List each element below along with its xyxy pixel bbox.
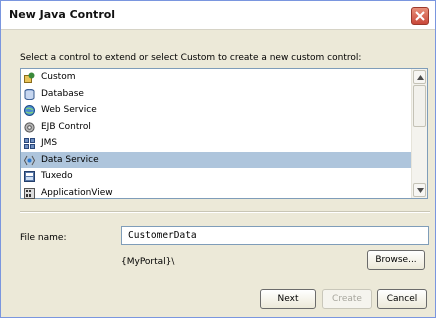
file-name-label: File name: — [20, 233, 67, 243]
scroll-down-button[interactable] — [413, 183, 426, 197]
list-item-label: ApplicationView — [41, 187, 113, 198]
arrow-up-icon — [417, 75, 424, 80]
title-bar: New Java Control — [1, 1, 435, 30]
list-item-ejb-control[interactable]: EJB Control — [21, 119, 412, 136]
list-item-label: Custom — [41, 72, 76, 82]
create-button: Create — [322, 289, 372, 309]
application-view-icon — [24, 187, 35, 199]
cancel-button[interactable]: Cancel — [377, 289, 427, 309]
list-item-tuxedo[interactable]: Tuxedo — [21, 168, 412, 185]
list-item-applicationview[interactable]: ApplicationView — [21, 185, 412, 202]
database-icon — [24, 88, 35, 100]
browse-button[interactable]: Browse... — [367, 250, 425, 270]
scroll-up-button[interactable] — [413, 70, 426, 84]
list-item-custom[interactable]: Custom — [21, 69, 412, 86]
list-item-label: Data Service — [41, 154, 99, 165]
web-service-icon — [24, 105, 35, 116]
section-divider — [20, 211, 430, 213]
list-item-label: Web Service — [41, 105, 97, 115]
list-item-database[interactable]: Database — [21, 86, 412, 103]
control-type-list[interactable]: Custom Database Web Service EJB Control JMS D… — [20, 68, 428, 199]
instruction-text: Select a control to extend or select Cus… — [20, 53, 362, 63]
close-button[interactable] — [411, 7, 429, 25]
new-java-control-dialog: New Java Control Select a control to ext… — [0, 0, 436, 318]
list-item-label: Tuxedo — [41, 171, 73, 181]
close-icon — [415, 11, 425, 21]
list-item-data-service[interactable]: Data Service — [21, 151, 412, 168]
custom-control-icon — [24, 72, 35, 83]
arrow-down-icon — [417, 188, 424, 193]
control-list-items: Custom Database Web Service EJB Control JMS D… — [21, 69, 412, 199]
list-item-label: Database — [41, 88, 84, 99]
next-button[interactable]: Next — [260, 289, 316, 309]
jms-icon — [24, 138, 35, 149]
list-item-web-service[interactable]: Web Service — [21, 102, 412, 119]
list-item-jms[interactable]: JMS — [21, 135, 412, 152]
file-name-input[interactable]: CustomerData — [121, 226, 429, 245]
file-path-text: {MyPortal}\ — [121, 257, 175, 267]
vertical-scrollbar[interactable] — [411, 69, 427, 198]
list-item-label: JMS — [41, 138, 58, 148]
list-item-label: EJB Control — [41, 121, 91, 132]
data-service-icon — [24, 155, 35, 165]
dialog-title: New Java Control — [9, 8, 116, 21]
ejb-icon — [24, 121, 35, 133]
scroll-thumb[interactable] — [413, 85, 426, 127]
tuxedo-icon — [24, 171, 35, 182]
